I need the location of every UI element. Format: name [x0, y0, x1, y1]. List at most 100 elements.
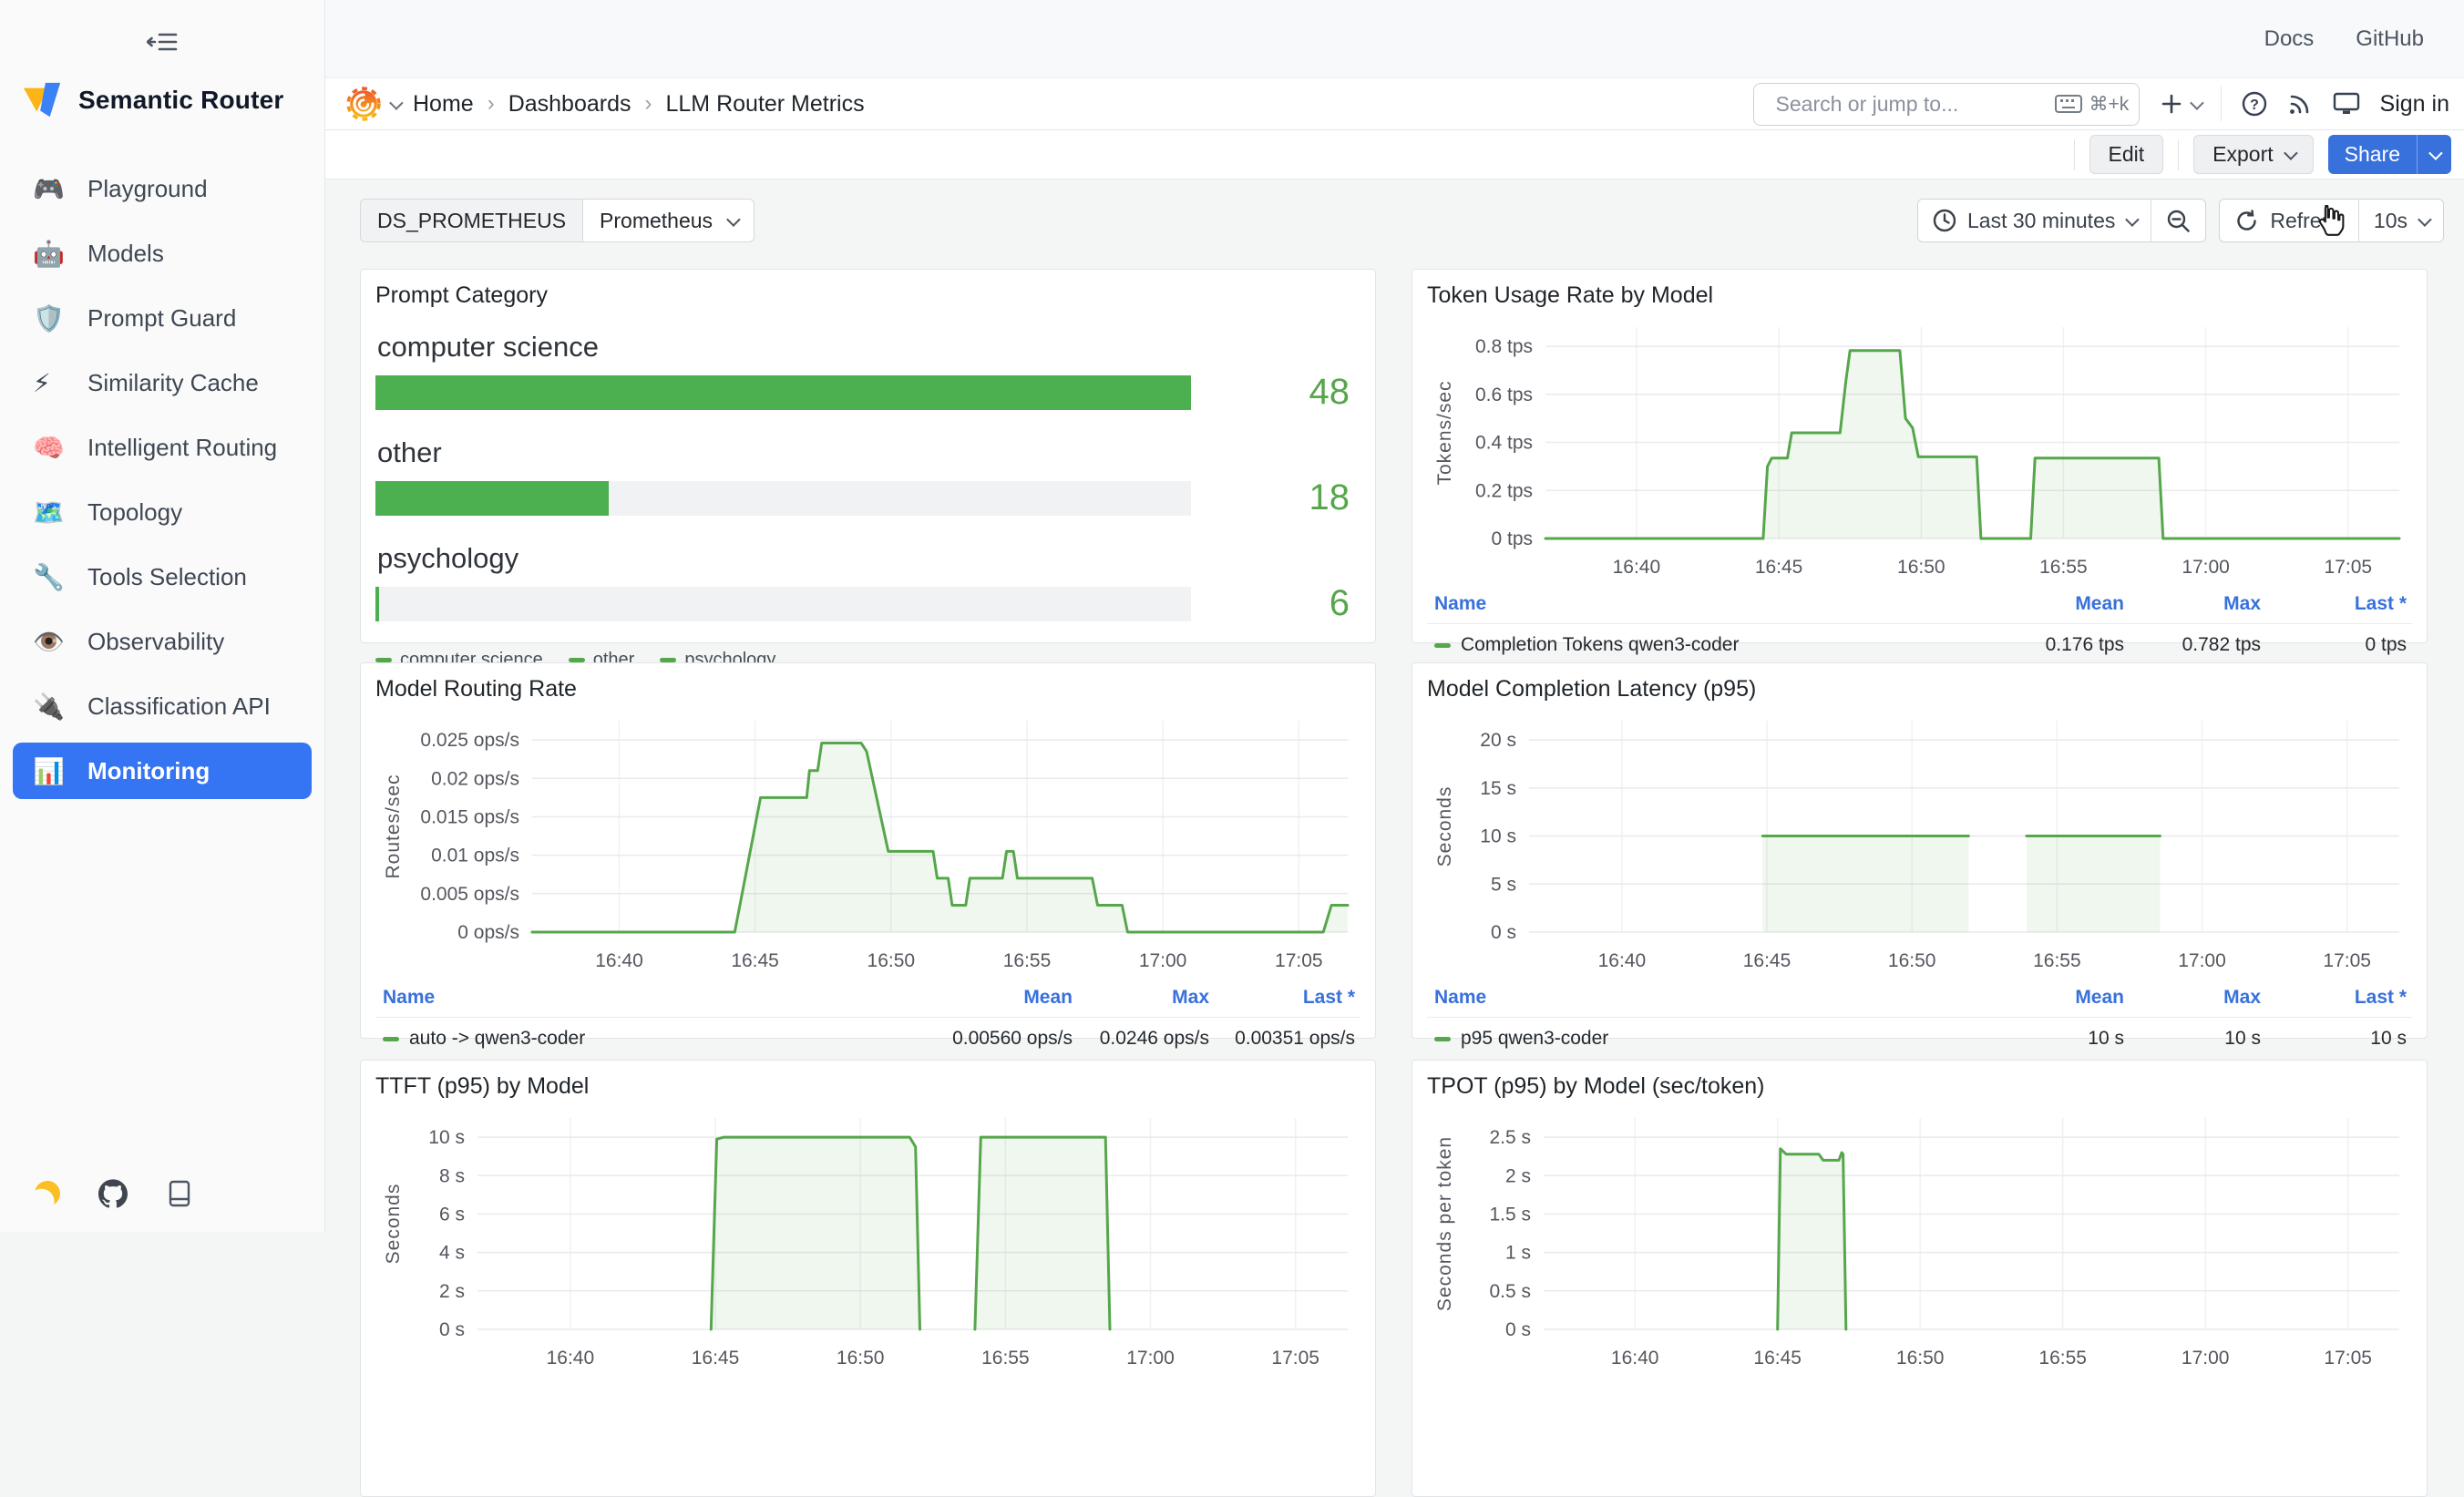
- column-name[interactable]: Name: [383, 987, 918, 1009]
- svg-text:16:50: 16:50: [1888, 950, 1936, 971]
- panel-completion-latency: Model Completion Latency (p95) 0 s5 s10 …: [1412, 662, 2428, 1039]
- panel-title[interactable]: Token Usage Rate by Model: [1427, 282, 2412, 309]
- help-icon[interactable]: ?: [2242, 91, 2267, 117]
- chevron-down-icon: [2190, 96, 2204, 110]
- sidebar-item-classification-api[interactable]: 🔌 Classification API: [13, 678, 312, 734]
- time-range-picker[interactable]: Last 30 minutes: [1918, 200, 2151, 241]
- dark-mode-toggle-moon-icon[interactable]: [31, 1177, 64, 1210]
- time-series-chart[interactable]: 0 ops/s0.005 ops/s0.01 ops/s0.015 ops/s0…: [375, 706, 1360, 979]
- column-last[interactable]: Last *: [2261, 987, 2407, 1009]
- legend-table-header: Name Mean Max Last *: [1427, 590, 2412, 623]
- sidebar-item-playground[interactable]: 🎮 Playground: [13, 160, 312, 217]
- series-name[interactable]: Completion Tokens qwen3-coder: [1434, 634, 1969, 656]
- sidebar-item-topology[interactable]: 🗺️ Topology: [13, 484, 312, 540]
- share-button[interactable]: Share: [2328, 135, 2451, 174]
- github-icon[interactable]: [98, 1179, 128, 1208]
- docs-book-icon[interactable]: [166, 1179, 193, 1208]
- series-name[interactable]: auto -> qwen3-coder: [383, 1028, 918, 1050]
- sidebar-item-similarity-cache[interactable]: ⚡ Similarity Cache: [13, 354, 312, 411]
- svg-text:17:00: 17:00: [1139, 950, 1187, 971]
- sidebar-item-intelligent-routing[interactable]: 🧠 Intelligent Routing: [13, 419, 312, 476]
- legend-table-header: Name Mean Max Last *: [375, 983, 1360, 1017]
- search-input[interactable]: [1776, 92, 2046, 117]
- svg-text:0.4 tps: 0.4 tps: [1475, 433, 1533, 454]
- column-mean[interactable]: Mean: [1969, 987, 2124, 1009]
- panel-prompt-category: Prompt Category computer science 48 othe…: [360, 269, 1376, 643]
- legend-table: Name Mean Max Last * Completion Tokens q…: [1427, 590, 2412, 656]
- series-name[interactable]: p95 qwen3-coder: [1434, 1028, 1969, 1050]
- share-menu-chevron[interactable]: [2417, 135, 2451, 174]
- time-series-chart[interactable]: 0 tps0.2 tps0.4 tps0.6 tps0.8 tps16:4016…: [1427, 313, 2412, 586]
- panel-title[interactable]: TPOT (p95) by Model (sec/token): [1427, 1073, 2412, 1100]
- column-mean[interactable]: Mean: [918, 987, 1073, 1009]
- panel-title[interactable]: Prompt Category: [375, 282, 1360, 309]
- refresh-button[interactable]: Refresh: [2220, 200, 2358, 241]
- datasource-select[interactable]: Prometheus: [582, 199, 755, 242]
- sidebar-item-tools-selection[interactable]: 🔧 Tools Selection: [13, 549, 312, 605]
- zoom-out-button[interactable]: [2151, 200, 2205, 241]
- time-series-chart[interactable]: 0 s5 s10 s15 s20 s16:4016:4516:5016:5517…: [1427, 706, 2412, 979]
- svg-text:17:00: 17:00: [2182, 557, 2230, 578]
- column-mean[interactable]: Mean: [1969, 593, 2124, 615]
- panel-tpot: TPOT (p95) by Model (sec/token) 0 s0.5 s…: [1412, 1060, 2428, 1497]
- column-max[interactable]: Max: [2124, 593, 2261, 615]
- mean-value: 0.176 tps: [1969, 634, 2124, 656]
- svg-text:17:00: 17:00: [1126, 1348, 1175, 1369]
- refresh-interval-select[interactable]: 10s: [2358, 200, 2443, 241]
- brand[interactable]: Semantic Router: [22, 80, 324, 120]
- bar-label: other: [377, 436, 1360, 469]
- docs-link[interactable]: Docs: [2264, 26, 2315, 52]
- breadcrumb-current-dashboard[interactable]: LLM Router Metrics: [666, 91, 865, 118]
- svg-text:16:40: 16:40: [1611, 1348, 1659, 1369]
- column-max[interactable]: Max: [2124, 987, 2261, 1009]
- shield-icon: 🛡️: [33, 303, 66, 333]
- panel-title[interactable]: Model Routing Rate: [375, 676, 1360, 702]
- github-link[interactable]: GitHub: [2356, 26, 2424, 52]
- sign-in-link[interactable]: Sign in: [2380, 91, 2449, 118]
- export-button[interactable]: Export: [2193, 135, 2313, 174]
- app-title: Semantic Router: [78, 86, 284, 115]
- new-button[interactable]: [2160, 92, 2201, 116]
- legend-table: Name Mean Max Last * p95 qwen3-coder 10 …: [1427, 983, 2412, 1050]
- breadcrumb-separator: ›: [645, 91, 652, 117]
- breadcrumb-separator: ›: [488, 91, 495, 117]
- news-rss-icon[interactable]: [2287, 91, 2313, 117]
- divider: [2074, 139, 2075, 170]
- time-controls: Last 30 minutes Refresh 10s: [1917, 199, 2444, 242]
- time-series-chart[interactable]: 0 s0.5 s1 s1.5 s2 s2.5 s16:4016:4516:501…: [1427, 1103, 2412, 1377]
- org-switcher-chevron-icon[interactable]: [389, 96, 404, 110]
- svg-text:1.5 s: 1.5 s: [1489, 1205, 1531, 1225]
- bar-gauge: computer science 48 other 18 psychology …: [375, 331, 1360, 671]
- search-box[interactable]: ⌘+k: [1753, 83, 2140, 126]
- breadcrumb-home[interactable]: Home: [413, 91, 474, 118]
- bar-value: 18: [1191, 477, 1360, 518]
- column-max[interactable]: Max: [1073, 987, 1209, 1009]
- svg-text:Seconds: Seconds: [383, 1184, 404, 1265]
- plug-icon: 🔌: [33, 692, 66, 722]
- column-last[interactable]: Last *: [2261, 593, 2407, 615]
- breadcrumb-dashboards[interactable]: Dashboards: [508, 91, 631, 118]
- svg-text:17:05: 17:05: [1275, 950, 1323, 971]
- svg-text:0.5 s: 0.5 s: [1489, 1281, 1531, 1302]
- panel-title[interactable]: Model Completion Latency (p95): [1427, 676, 2412, 702]
- column-name[interactable]: Name: [1434, 593, 1969, 615]
- sidebar-item-models[interactable]: 🤖 Models: [13, 225, 312, 282]
- kiosk-monitor-icon[interactable]: [2333, 91, 2360, 117]
- edit-button[interactable]: Edit: [2089, 135, 2164, 174]
- column-name[interactable]: Name: [1434, 987, 1969, 1009]
- max-value: 0.782 tps: [2124, 634, 2261, 656]
- svg-text:2 s: 2 s: [1505, 1165, 1531, 1186]
- svg-text:16:55: 16:55: [981, 1348, 1030, 1369]
- sidebar-item-observability[interactable]: 👁️ Observability: [13, 613, 312, 670]
- refresh-icon: [2234, 209, 2259, 233]
- grafana-logo[interactable]: [346, 87, 381, 121]
- svg-text:0 tps: 0 tps: [1491, 528, 1533, 549]
- sidebar-item-monitoring[interactable]: 📊 Monitoring: [13, 743, 312, 799]
- svg-text:17:05: 17:05: [1271, 1348, 1319, 1369]
- plus-icon: [2160, 92, 2183, 116]
- panel-title[interactable]: TTFT (p95) by Model: [375, 1073, 1360, 1100]
- sidebar-item-prompt-guard[interactable]: 🛡️ Prompt Guard: [13, 290, 312, 346]
- column-last[interactable]: Last *: [1209, 987, 1355, 1009]
- sidebar-collapse-button[interactable]: [135, 29, 190, 55]
- time-series-chart[interactable]: 0 s2 s4 s6 s8 s10 s16:4016:4516:5016:551…: [375, 1103, 1360, 1377]
